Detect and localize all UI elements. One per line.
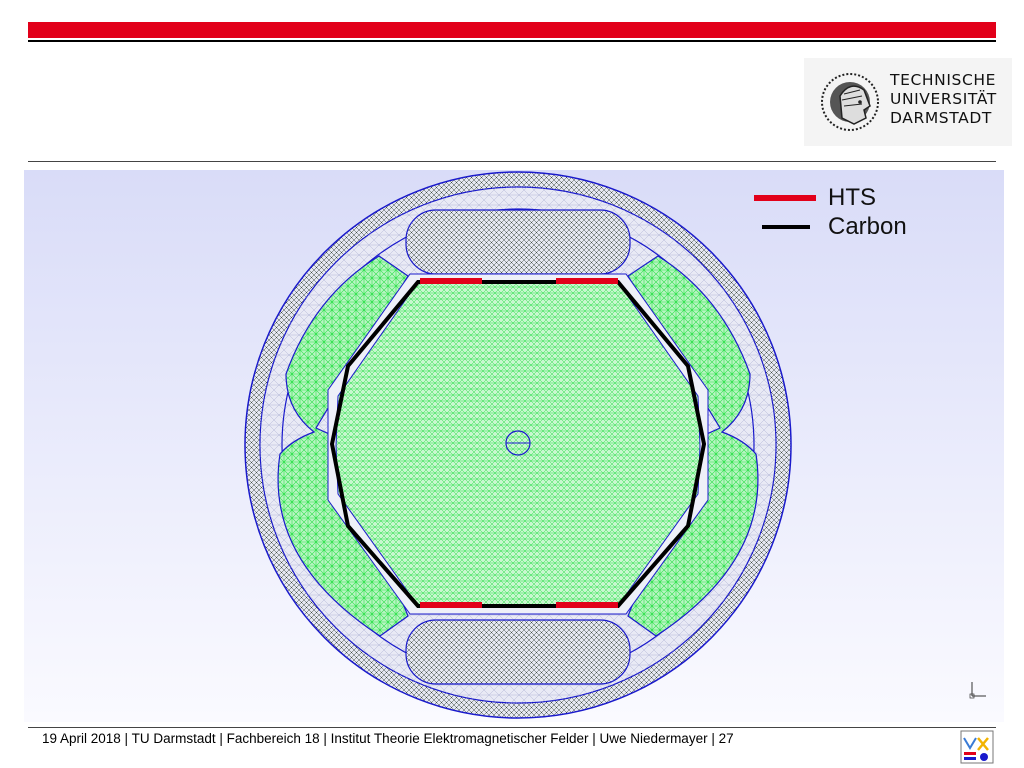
hts-tape-top-left xyxy=(420,278,482,284)
top-red-bar xyxy=(28,22,996,38)
top-rule xyxy=(28,40,996,42)
logo-text: TECHNISCHE UNIVERSITÄT DARMSTADT xyxy=(890,71,997,128)
hts-tape-bottom-right xyxy=(556,602,618,608)
header-rule xyxy=(28,161,996,162)
xyz-axis-triad-icon xyxy=(969,682,986,699)
tu-darmstadt-logo: TECHNISCHE UNIVERSITÄT DARMSTADT xyxy=(804,58,1012,146)
footer-text: 19 April 2018 | TU Darmstadt | Fachberei… xyxy=(42,731,734,746)
magnet-mesh-cross-section-icon xyxy=(244,171,816,719)
logo-line-1: TECHNISCHE xyxy=(890,71,997,89)
hts-tape-top-right xyxy=(556,278,618,284)
hts-tape-bottom-left xyxy=(420,602,482,608)
mesh-figure: HTS Carbon xyxy=(24,170,1004,722)
footer-rule xyxy=(28,727,996,728)
bottom-coil-block xyxy=(405,619,631,685)
top-coil-block xyxy=(405,209,631,275)
logo-line-2: UNIVERSITÄT xyxy=(890,90,997,108)
legend-label-hts: HTS xyxy=(828,184,876,211)
aperture-mesh xyxy=(335,281,701,607)
legend-label-carbon: Carbon xyxy=(828,213,907,240)
temf-logo-icon xyxy=(960,730,994,764)
logo-line-3: DARMSTADT xyxy=(890,109,992,127)
legend-entry-carbon: Carbon xyxy=(828,213,907,241)
athena-head-icon xyxy=(821,73,879,131)
legend-entry-hts: HTS xyxy=(828,184,876,212)
